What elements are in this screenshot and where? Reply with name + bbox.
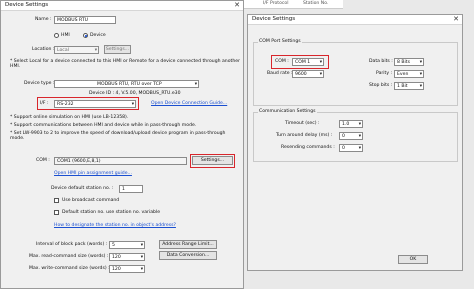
comm-group-title: Communication Settings [258,109,317,114]
timeout-label: Timeout (sec) : [285,121,320,126]
device-type-dropdown[interactable]: MODBUS RTU, RTU over TCP [54,80,199,88]
data-bits-dropdown[interactable]: 8 Bits [394,58,424,66]
address-range-limit-button[interactable]: Address Range Limit... [159,240,217,249]
default-station-label: Device default station no. : [51,186,114,191]
dialog-titlebar: Device Settings ✕ [1,1,243,11]
bg-col-station: Station No. [303,1,329,6]
resending-label: Resending commands : [281,145,335,150]
use-broadcast-label: Use broadcast command [62,198,120,203]
if-label: I/F : [40,101,49,106]
right-com-label: COM : [275,59,289,64]
parity-label: Parity : [376,71,393,76]
device-settings-dialog-right: Device Settings ✕ COM Port Settings COM … [247,14,463,271]
background-table-header: I/F Protocol Station No. [243,0,343,9]
station-variable-label: Default station no. use station no. vari… [62,210,161,215]
parity-dropdown[interactable]: Even [394,70,424,78]
data-bits-label: Data bits : [369,59,393,64]
com-port-settings-group: COM Port Settings COM : COM 1 Baud rate … [253,39,458,106]
interval-dropdown[interactable]: 5 [109,241,145,249]
com-settings-button[interactable]: Settings... [192,156,233,165]
note-online-simulation: * Support online simulation on HMI (use … [10,115,129,120]
max-write-label: Max. write-command size (words) : [29,266,110,271]
stop-bits-dropdown[interactable]: 1 Bit [394,82,424,90]
close-icon[interactable]: ✕ [234,1,240,10]
location-label: Location : [32,47,55,52]
baud-rate-dropdown[interactable]: 9600 [292,70,324,78]
turnaround-dropdown[interactable]: 0 [339,132,363,140]
dialog-title: Device Settings [5,2,49,8]
device-type-label: Device type : [24,81,55,86]
device-radio-label: Device [90,33,106,38]
device-settings-dialog-left: Device Settings ✕ Name : MODBUS RTU HMI … [0,0,244,289]
bg-col-protocol: I/F Protocol [263,1,289,6]
com-value-field: COM1 (9600,E,8,1) [54,157,187,165]
ok-button[interactable]: OK [398,255,428,264]
com-port-dropdown[interactable]: COM 1 [292,58,324,66]
max-write-dropdown[interactable]: 120 [109,265,145,273]
com-label: COM : [36,158,50,163]
max-read-dropdown[interactable]: 120 [109,253,145,261]
if-dropdown[interactable]: RS-232 [54,100,136,108]
right-dialog-title: Device Settings [252,16,296,22]
timeout-dropdown[interactable]: 1.0 [339,120,363,128]
hmi-radio-label: HMI [61,33,70,38]
max-read-label: Max. read-command size (words) : [29,254,109,259]
name-input[interactable]: MODBUS RTU [54,16,116,24]
data-conversion-button[interactable]: Data Conversion... [159,251,217,260]
com-port-group-title: COM Port Settings [258,39,302,44]
communication-settings-group: Communication Settings Timeout (sec) : 1… [253,109,458,162]
right-dialog-titlebar: Device Settings ✕ [248,15,462,25]
turnaround-label: Turn around delay (ms) : [276,133,333,138]
resending-dropdown[interactable]: 0 [339,144,363,152]
default-station-input[interactable]: 1 [119,185,143,193]
note-pass-through: * Support communications between HMI and… [10,123,197,128]
stop-bits-label: Stop bits : [369,83,393,88]
hmi-radio[interactable] [54,33,59,38]
location-dropdown[interactable]: Local [54,46,99,54]
name-label: Name : [35,17,52,22]
use-broadcast-checkbox[interactable] [54,198,59,203]
device-radio[interactable] [83,33,88,38]
pin-assignment-guide-link[interactable]: Open HMI pin assignment guide... [54,171,132,176]
right-close-icon[interactable]: ✕ [453,15,459,24]
note-select-location: * Select Local for a device connected to… [10,59,240,69]
note-set-lw: * Set LW-9903 to 2 to improve the speed … [10,131,226,141]
station-variable-checkbox[interactable] [54,210,59,215]
baud-rate-label: Baud rate : [267,71,293,76]
open-device-guide-link[interactable]: Open Device Connection Guide... [151,101,227,106]
interval-label: Interval of block pack (words) : [36,242,108,247]
device-id-text: Device ID : 4, V.5.00, MODBUS_RTU.e30 [89,91,181,96]
designate-station-link[interactable]: How to designate the station no. in obje… [54,223,176,228]
location-settings-button[interactable]: Settings... [104,45,131,54]
